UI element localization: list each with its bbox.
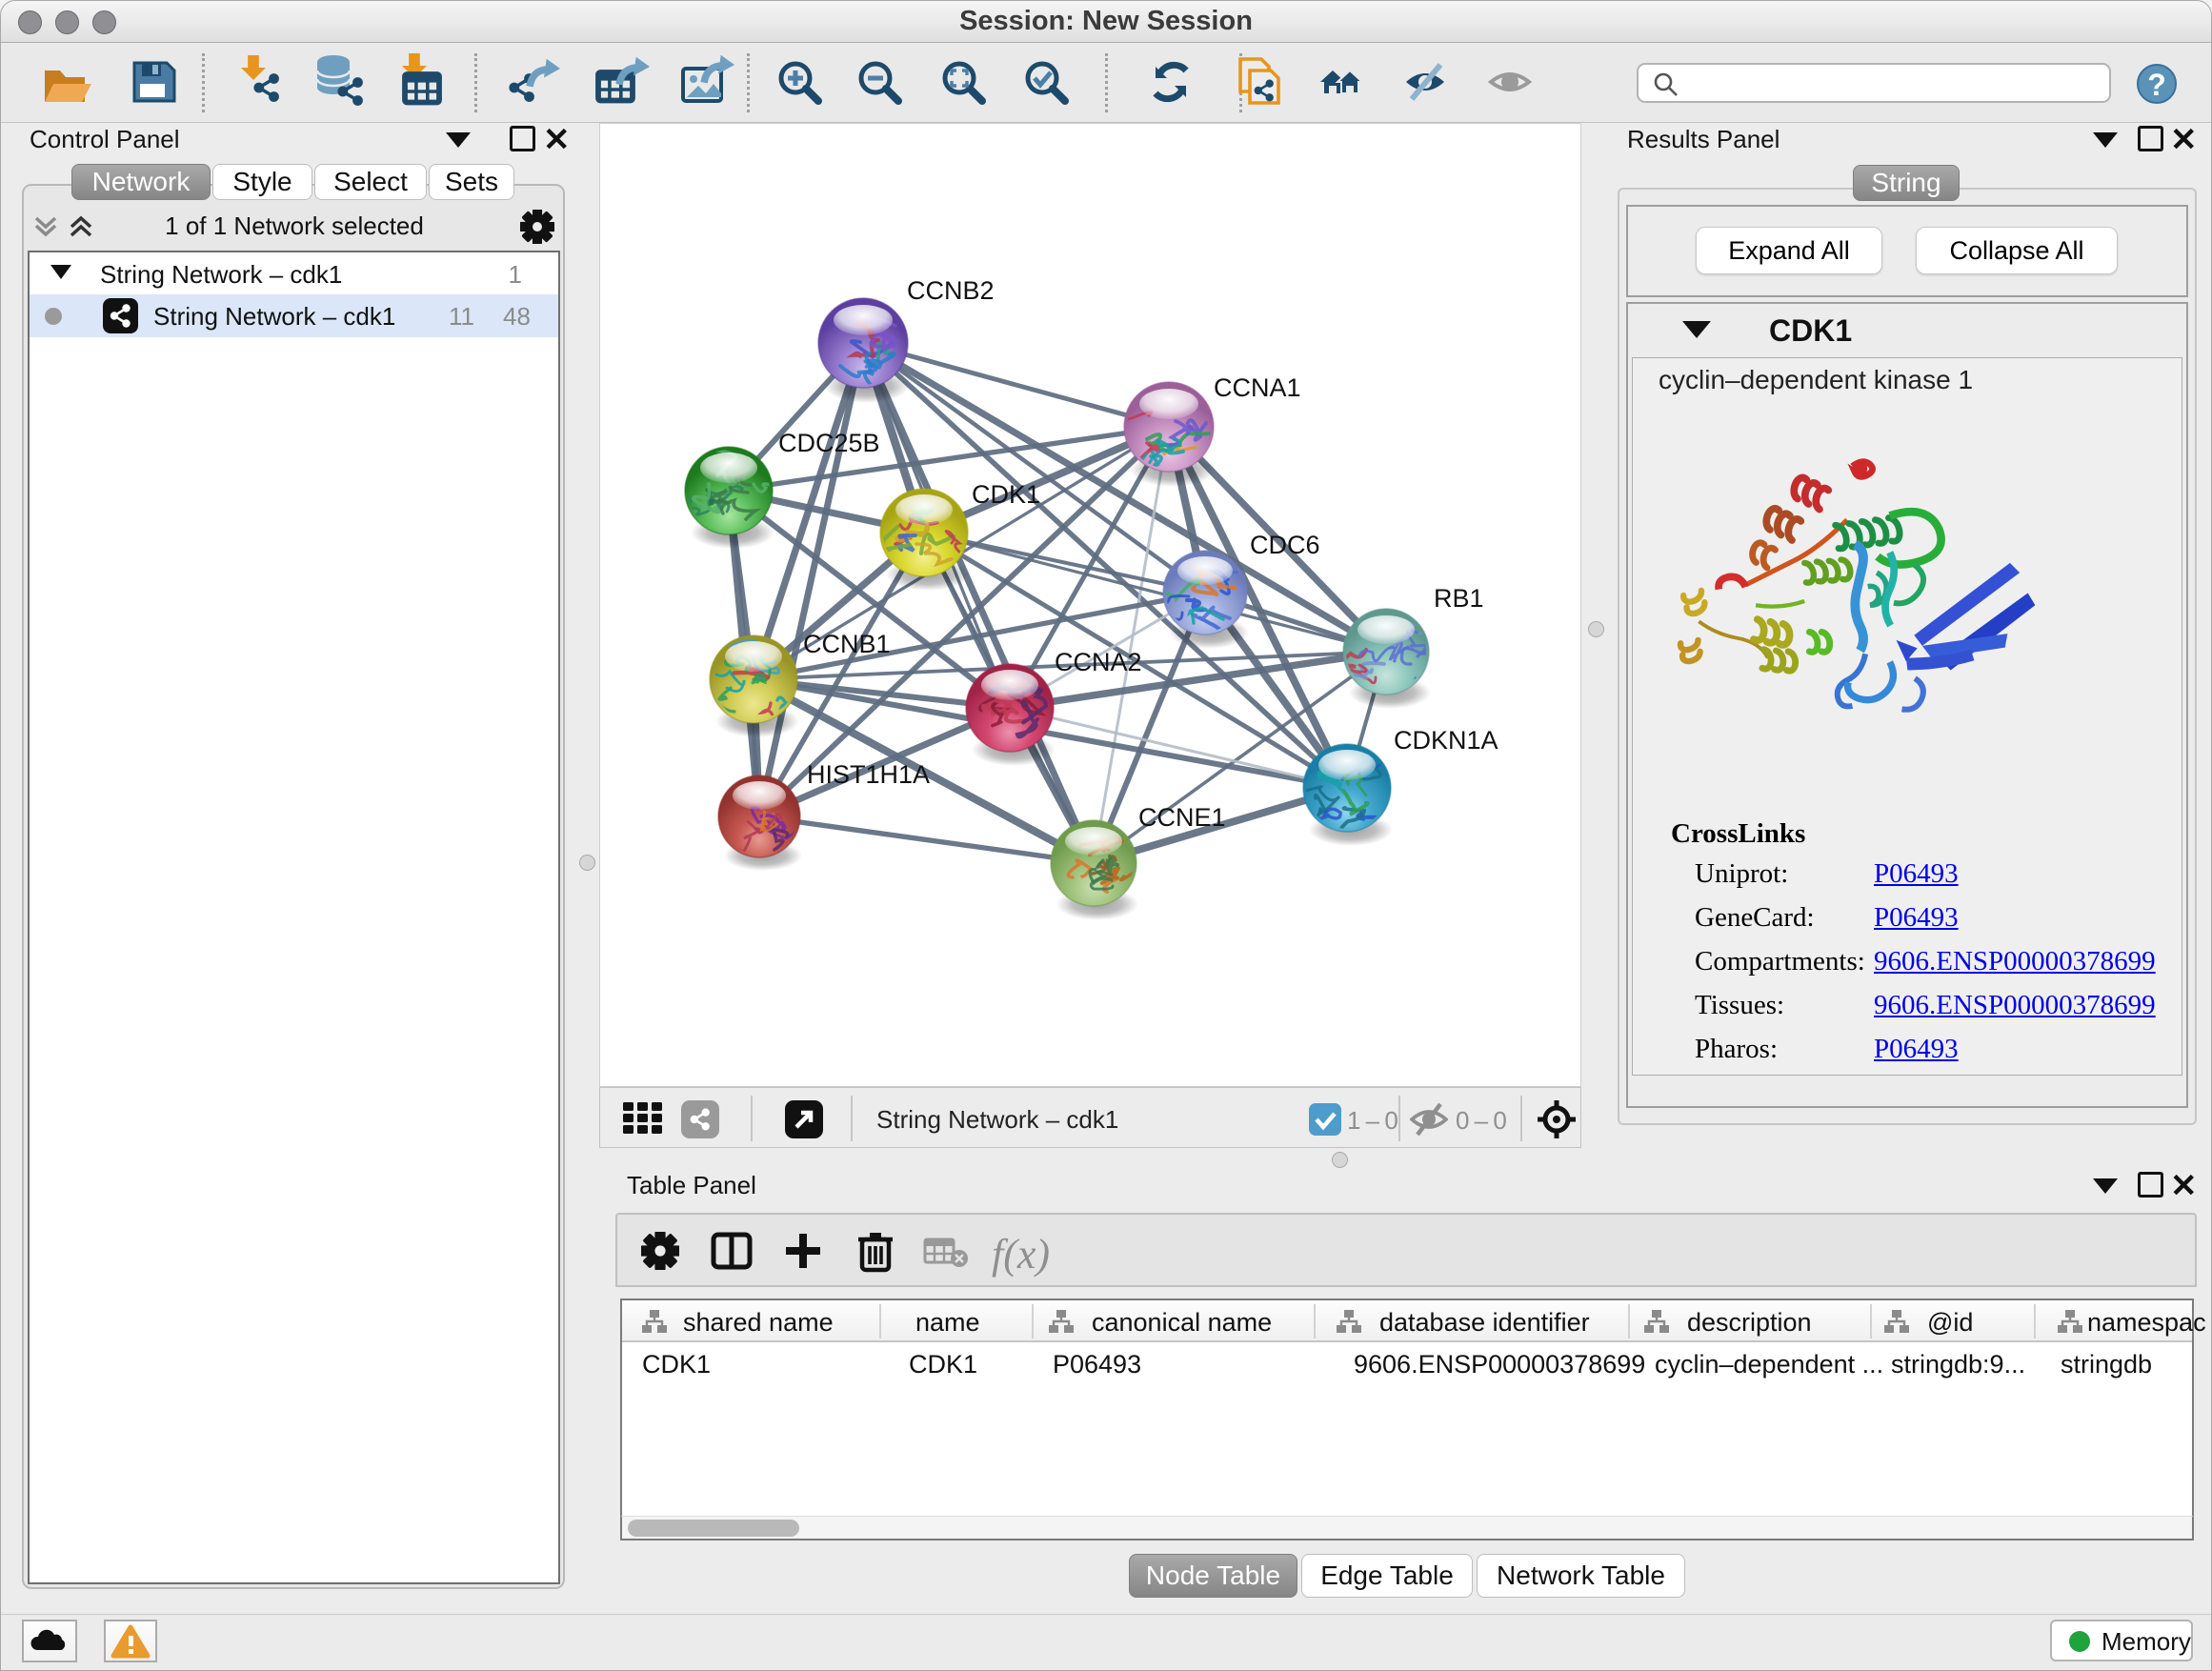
- svg-text:CCNE1: CCNE1: [1138, 803, 1226, 832]
- svg-text:CDC25B: CDC25B: [778, 429, 880, 457]
- svg-text:CCNA2: CCNA2: [1055, 648, 1142, 676]
- svg-text:CCNA1: CCNA1: [1214, 373, 1301, 402]
- svg-text:RB1: RB1: [1434, 584, 1484, 613]
- svg-text:CCNB2: CCNB2: [907, 276, 995, 305]
- svg-text:HIST1H1A: HIST1H1A: [807, 760, 930, 789]
- svg-text:CCNB1: CCNB1: [803, 630, 891, 658]
- svg-text:CDC6: CDC6: [1250, 531, 1320, 559]
- svg-text:CDKN1A: CDKN1A: [1394, 726, 1498, 755]
- svg-text:CDK1: CDK1: [972, 480, 1040, 509]
